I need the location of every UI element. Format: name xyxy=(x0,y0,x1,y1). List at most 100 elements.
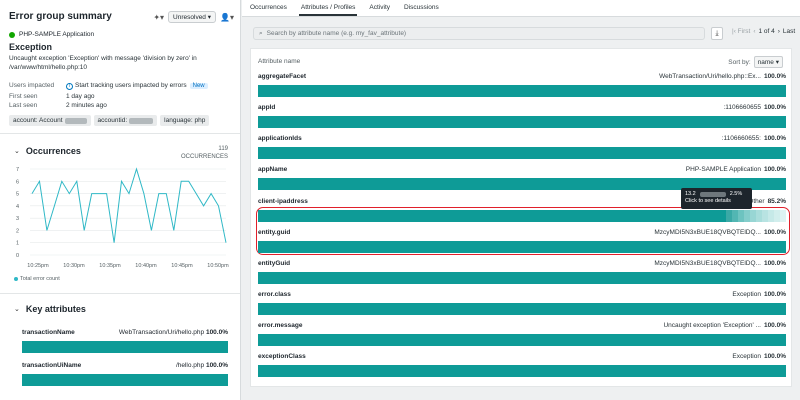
attribute-pct: 100.0% xyxy=(763,291,786,298)
prev-page-icon[interactable]: ‹ xyxy=(753,28,755,35)
download-button[interactable]: ⤓ xyxy=(711,27,723,40)
attribute-bar[interactable] xyxy=(258,334,786,346)
attribute-pct: 100.0% xyxy=(763,353,786,360)
attribute-name: aggregateFacet xyxy=(258,73,307,80)
entity-link[interactable]: PHP-SAMPLE Application xyxy=(9,31,94,38)
attribute-row[interactable]: entity.guid MzcyMDI5N3xBUE18QVBQTElDQ... 1… xyxy=(258,228,786,255)
entity-status-dot xyxy=(9,31,15,38)
x-tick-label: 10:45pm xyxy=(171,263,193,269)
tab-discussions[interactable]: Discussions xyxy=(402,4,441,16)
attribute-value-text: WebTransaction/Uri/hello.php::Ex... xyxy=(659,73,761,80)
x-tick-label: 10:35pm xyxy=(99,263,121,269)
attribute-name: error.class xyxy=(258,291,291,298)
first-seen-label: First seen xyxy=(9,93,38,100)
attribute-pct: 85.2% xyxy=(767,198,786,205)
attribute-value-text: Uncaught exception 'Exception' ... xyxy=(663,322,761,329)
value-segment[interactable] xyxy=(780,210,786,222)
attribute-value: MzcyMDI5N3xBUE18QVBQTElDQ... 100.0% xyxy=(654,228,786,237)
last-page-button[interactable]: Last xyxy=(783,28,795,35)
attribute-bar[interactable] xyxy=(258,241,786,253)
attribute-name: appId xyxy=(258,104,276,111)
chart-legend[interactable]: Total error count xyxy=(14,276,60,282)
status-dropdown[interactable]: Unresolved ▾ xyxy=(168,11,217,23)
attribute-bar[interactable]: 13.2 2.5% Click to see details xyxy=(258,188,786,222)
first-seen-row: First seen 1 day ago xyxy=(9,93,234,100)
pagination: |‹ First ‹ 1 of 4 › Last xyxy=(732,28,795,35)
tag-account[interactable]: account: Account xyxy=(9,115,91,126)
attribute-bar[interactable] xyxy=(258,365,786,377)
exception-message: Uncaught exception 'Exception' with mess… xyxy=(9,55,197,71)
key-attribute-bar[interactable] xyxy=(22,341,228,353)
attributes-panel: ⌕ Search by attribute name (e.g. my_fav_… xyxy=(250,17,795,387)
key-attribute-pct: 100.0% xyxy=(205,362,228,369)
tag-account-text: account: Account xyxy=(13,117,63,124)
x-tick-label: 10:40pm xyxy=(135,263,157,269)
attribute-row[interactable]: appId:1106660655 100.0% xyxy=(258,103,786,130)
attribute-bar[interactable] xyxy=(258,85,786,97)
attribute-bar[interactable] xyxy=(258,272,786,284)
attribute-row[interactable]: aggregateFacet WebTransaction/Uri/hello.p… xyxy=(258,72,786,99)
key-attribute-row[interactable]: transactionName WebTransaction/Uri/hello… xyxy=(22,329,228,353)
tag-list: account: Account accountid: language: ph… xyxy=(9,115,210,126)
exception-title: Exception xyxy=(9,42,53,52)
attribute-search-input[interactable]: ⌕ Search by attribute name (e.g. my_fav_… xyxy=(253,27,705,40)
summary-title: Error group summary xyxy=(9,11,112,22)
sort-dropdown[interactable]: name ▾ xyxy=(753,56,783,68)
attribute-row[interactable]: entityGuid MzcyMDI5N3xBUE18QVBQTElDQ... 10… xyxy=(258,259,786,286)
tab-occurrences[interactable]: Occurrences xyxy=(248,4,289,16)
attribute-row[interactable]: error.message Uncaught exception 'Excepti… xyxy=(258,321,786,348)
tooltip-hint: Click to see details xyxy=(685,198,731,204)
occurrences-chart[interactable]: 0 1 2 3 4 5 6 7 10:25pm 10:30pm 10:35pm 10:40pm 10:4… xyxy=(14,163,236,283)
search-placeholder: Search by attribute name (e.g. my_fav_at… xyxy=(266,30,407,37)
attribute-bar[interactable] xyxy=(258,147,786,159)
value-segments[interactable] xyxy=(726,210,786,222)
attribute-value-text: Exception xyxy=(732,291,761,298)
attribute-row[interactable]: error.class Exception 100.0% xyxy=(258,290,786,317)
divider xyxy=(0,293,240,294)
x-tick-label: 10:25pm xyxy=(27,263,49,269)
attribute-row[interactable]: client-ipaddress Other 85.2% 13.2 2.5% C… xyxy=(258,188,786,224)
tag-accountid-text: accountid: xyxy=(97,117,128,124)
users-impacted-value[interactable]: i Start tracking users impacted by errors… xyxy=(66,82,208,90)
tag-language[interactable]: language: php xyxy=(160,115,210,126)
attribute-name: applicationIds xyxy=(258,135,302,142)
error-summary-panel: Error group summary ✦▾ Unresolved ▾ 👤▾ P… xyxy=(0,0,241,400)
y-tick-label: 3 xyxy=(16,216,19,222)
first-page-label: First xyxy=(737,28,751,35)
attribute-pct: 100.0% xyxy=(763,73,786,80)
first-page-button[interactable]: |‹ First xyxy=(732,28,750,35)
tab-attributes-profiles[interactable]: Attributes / Profiles xyxy=(298,4,358,16)
tooltip-pct: 2.5% xyxy=(729,191,743,197)
settings-icon[interactable]: ✦▾ xyxy=(153,13,164,22)
redacted-value xyxy=(699,192,726,197)
sort-control: Sort by: name ▾ xyxy=(728,56,783,68)
occurrences-section-toggle[interactable]: ⌄ Occurrences xyxy=(14,146,81,156)
sort-label: Sort by: xyxy=(728,58,751,66)
key-attribute-bar[interactable] xyxy=(22,374,228,386)
attribute-bar[interactable] xyxy=(258,303,786,315)
attribute-value-text: MzcyMDI5N3xBUE18QVBQTElDQ... xyxy=(654,229,761,236)
attribute-row[interactable]: applicationIds:1106660655: 100.0% xyxy=(258,134,786,161)
assign-user-icon[interactable]: 👤▾ xyxy=(220,13,234,22)
download-icon: ⤓ xyxy=(715,30,719,37)
occurrences-count-value: 119 xyxy=(218,146,228,152)
summary-controls: ✦▾ Unresolved ▾ 👤▾ xyxy=(153,11,234,23)
occurrences-title: Occurrences xyxy=(25,146,81,156)
y-tick-label: 4 xyxy=(16,204,19,210)
attribute-pct: 100.0% xyxy=(763,260,786,267)
tag-accountid[interactable]: accountid: xyxy=(93,115,158,126)
next-page-icon[interactable]: › xyxy=(778,28,780,35)
key-attributes-section-toggle[interactable]: ⌄ Key attributes xyxy=(14,304,86,314)
x-tick-label: 10:30pm xyxy=(63,263,85,269)
attributes-table: Attribute name Sort by: name ▾ aggregate… xyxy=(250,48,792,387)
key-attribute-row[interactable]: transactionUiName /hello.php 100.0% xyxy=(22,362,228,386)
tab-activity[interactable]: Activity xyxy=(367,4,392,16)
y-tick-label: 2 xyxy=(16,228,19,234)
attribute-pct: 100.0% xyxy=(763,166,786,173)
attribute-value-text: :1106660655 xyxy=(723,104,761,111)
attribute-bar[interactable] xyxy=(258,116,786,128)
attribute-row[interactable]: exceptionClass Exception 100.0% xyxy=(258,352,786,379)
attribute-value: Other 85.2% xyxy=(748,197,786,206)
y-tick-label: 5 xyxy=(16,192,19,198)
x-tick-label: 10:50pm xyxy=(207,263,229,269)
